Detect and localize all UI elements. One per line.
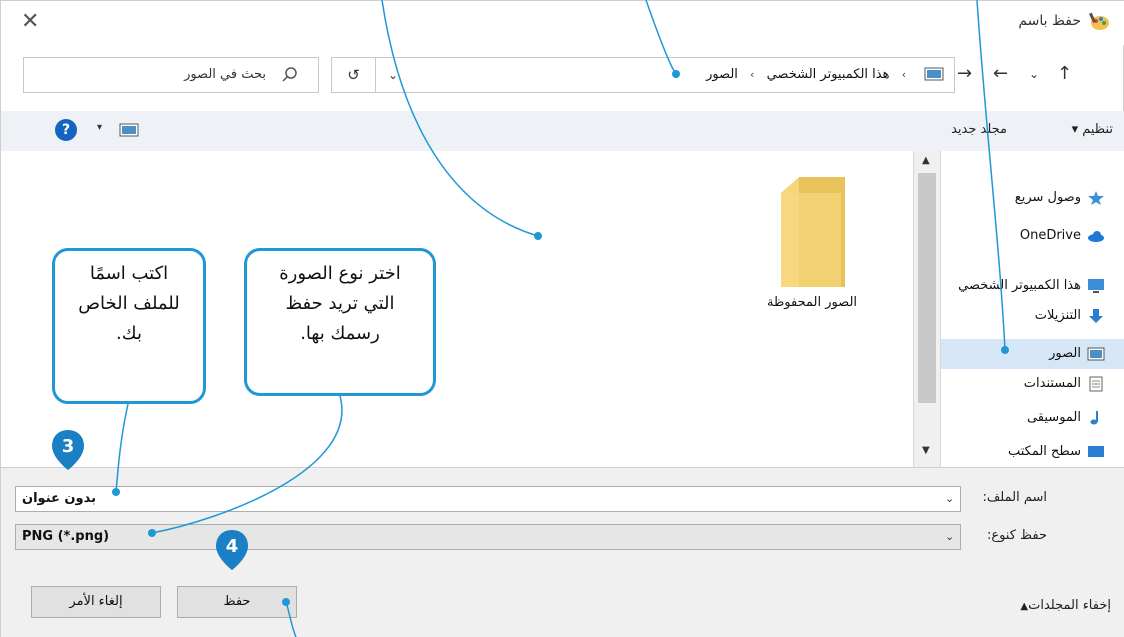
view-icon[interactable] (119, 123, 139, 137)
filename-hint-text: اكتب اسمًا للملف الخاص بك. (78, 263, 180, 344)
filename-field[interactable]: بدون عنوان (15, 486, 961, 512)
nav-item-label: سطح المكتب (1007, 444, 1081, 459)
navigation-arrows: → ← ⌄ ↑ (957, 57, 1117, 93)
back-arrow-icon[interactable]: → (957, 63, 972, 84)
step-4-number: 4 (225, 536, 239, 557)
filetype-label: حفظ كنوع: (986, 528, 1047, 543)
scroll-up-icon[interactable]: ▲ (922, 155, 930, 166)
address-bar[interactable]: ↺ ⌄ › هذا الكمبيوتر الشخصي › الصور (331, 57, 955, 93)
breadcrumb-separator: › (750, 68, 755, 81)
navigation-row: بحث في الصور ↺ ⌄ › هذا الكمبيوتر الشخصي … (1, 49, 1124, 99)
nav-item-label: الموسيقى (1026, 410, 1081, 425)
forward-arrow-icon[interactable]: ← (993, 63, 1008, 84)
hide-folders-label: إخفاء المجلدات (1028, 598, 1111, 613)
filename-label: اسم الملف: (982, 490, 1047, 505)
star-icon (1088, 191, 1104, 205)
music-icon (1090, 411, 1098, 425)
step-3-number: 3 (61, 436, 75, 457)
help-icon[interactable]: ? (55, 119, 77, 141)
dialog-title: حفظ باسم (1018, 13, 1081, 29)
folder-item[interactable]: الصور المحفوظة (747, 173, 877, 313)
nav-item-label: وصول سريع (1014, 190, 1081, 205)
refresh-button[interactable]: ↺ (332, 58, 376, 92)
save-form: بدون عنوان ⌄ اسم الملف: PNG (*.png) ⌄ حف… (1, 467, 1124, 637)
command-toolbar: ? ▾ مجلد جديد تنظيم ▾ (1, 111, 1124, 151)
filename-hint-callout: اكتب اسمًا للملف الخاص بك. (52, 248, 206, 404)
step-3-badge: 3 (50, 428, 86, 472)
close-icon[interactable]: ✕ (21, 11, 39, 33)
recent-locations-icon[interactable]: ⌄ (1029, 67, 1039, 81)
filetype-hint-callout: اختر نوع الصورة التي تريد حفظ رسمك بها. (244, 248, 436, 396)
nav-item-music[interactable]: الموسيقى (941, 403, 1124, 433)
nav-item-quick-access[interactable]: وصول سريع (941, 183, 1124, 213)
pictures-icon (1087, 347, 1105, 361)
organize-menu[interactable]: تنظيم ▾ (1072, 122, 1113, 137)
new-folder-button[interactable]: مجلد جديد (951, 122, 1007, 137)
filetype-value: PNG (*.png) (22, 529, 110, 544)
search-icon (282, 67, 297, 82)
nav-item-label: هذا الكمبيوتر الشخصي (958, 278, 1081, 293)
hide-folders-toggle[interactable]: إخفاء المجلدات▲ (1012, 598, 1111, 613)
scroll-down-icon[interactable]: ▼ (922, 445, 930, 456)
computer-icon (1088, 279, 1104, 293)
nav-item-downloads[interactable]: التنزيلات (941, 301, 1124, 331)
filetype-select[interactable]: PNG (*.png) (15, 524, 961, 550)
breadcrumb-item-pictures[interactable]: الصور (706, 67, 738, 82)
filetype-hint-text: اختر نوع الصورة التي تريد حفظ رسمك بها. (279, 263, 401, 344)
search-input[interactable]: بحث في الصور (23, 57, 319, 93)
breadcrumb-item-pc[interactable]: هذا الكمبيوتر الشخصي (767, 67, 890, 82)
desktop-icon (1088, 446, 1104, 457)
chevron-up-icon: ▲ (1020, 601, 1029, 612)
breadcrumb: › هذا الكمبيوتر الشخصي › الصور (706, 67, 914, 82)
folder-icon (781, 177, 845, 287)
nav-item-pictures[interactable]: الصور (941, 339, 1124, 369)
documents-icon (1089, 376, 1103, 392)
nav-item-desktop[interactable]: سطح المكتب (941, 437, 1124, 467)
nav-item-label: OneDrive (1019, 228, 1081, 243)
up-arrow-icon[interactable]: ↑ (1057, 63, 1072, 84)
folder-label: الصور المحفوظة (766, 295, 858, 310)
pictures-folder-icon (924, 67, 944, 81)
nav-item-label: المستندات (1023, 376, 1081, 391)
nav-item-label: الصور (1049, 346, 1081, 361)
cancel-button[interactable]: إلغاء الأمر (31, 586, 161, 618)
navigation-pane: وصول سريع OneDrive هذا الكمبيوتر الشخصي … (941, 151, 1124, 467)
paint-app-icon (1089, 12, 1109, 30)
nav-item-this-pc[interactable]: هذا الكمبيوتر الشخصي (941, 271, 1124, 301)
step-4-badge: 4 (214, 528, 250, 572)
cloud-icon (1088, 231, 1104, 242)
scrollbar-thumb[interactable] (918, 173, 936, 403)
address-dropdown-icon[interactable]: ⌄ (378, 58, 408, 92)
view-options-dropdown-icon[interactable]: ▾ (97, 122, 102, 133)
nav-pane-scrollbar[interactable]: ▲ ▼ (913, 151, 941, 467)
nav-item-label: التنزيلات (1034, 308, 1081, 323)
search-placeholder: بحث في الصور (184, 67, 266, 82)
nav-item-onedrive[interactable]: OneDrive (941, 221, 1124, 251)
filename-value: بدون عنوان (22, 491, 96, 506)
breadcrumb-separator: › (901, 68, 906, 81)
nav-item-documents[interactable]: المستندات (941, 369, 1124, 399)
title-bar: ✕ حفظ باسم (1, 1, 1124, 45)
download-icon (1089, 309, 1103, 323)
save-button[interactable]: حفظ (177, 586, 297, 618)
